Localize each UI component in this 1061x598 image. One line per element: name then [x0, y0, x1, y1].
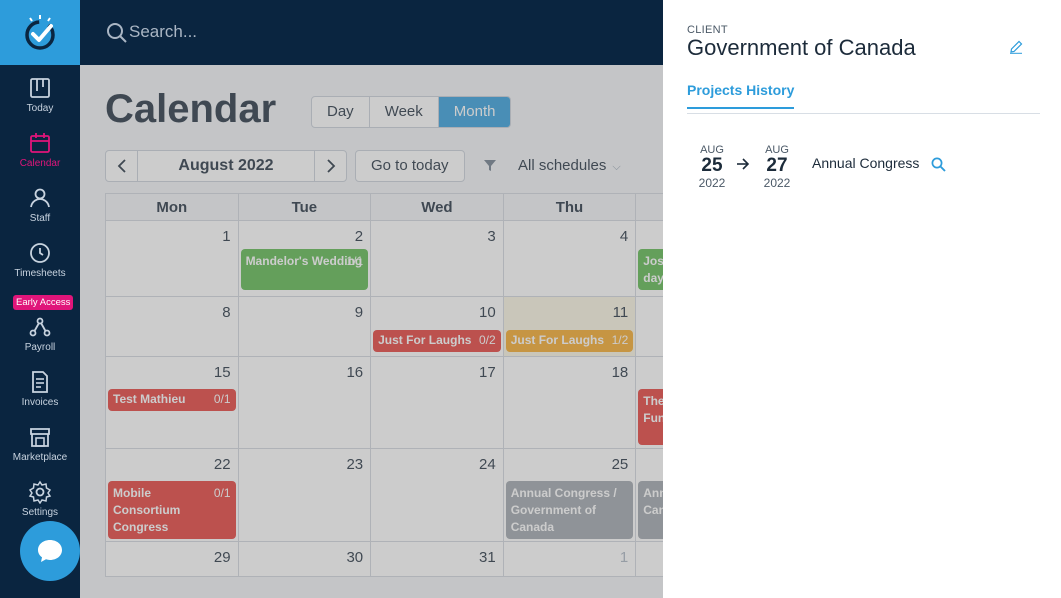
start-day: 25 — [701, 155, 723, 176]
sidebar-item-today[interactable]: Today — [0, 76, 80, 114]
modal-backdrop[interactable] — [80, 65, 663, 598]
payroll-icon — [29, 317, 51, 337]
tab-divider — [687, 113, 1040, 114]
early-access-badge: Early Access — [13, 295, 74, 310]
end-year: 2022 — [763, 176, 791, 190]
sidebar-item-label: Timesheets — [14, 268, 66, 279]
sidebar-item-marketplace[interactable]: Marketplace — [0, 425, 80, 463]
sidebar-item-label: Staff — [29, 213, 51, 224]
search-icon[interactable] — [106, 22, 128, 49]
logo-icon — [25, 14, 55, 50]
invoice-icon — [32, 371, 48, 393]
sidebar-item-label: Payroll — [24, 342, 56, 353]
sidebar-item-settings[interactable]: Settings — [0, 480, 80, 518]
project-name: Annual Congress — [812, 155, 920, 171]
sidebar-item-label: Calendar — [19, 158, 61, 169]
sidebar-item-calendar[interactable]: Calendar — [0, 131, 80, 169]
store-icon — [30, 428, 50, 447]
sidebar-item-label: Marketplace — [12, 452, 68, 463]
clock-icon — [30, 243, 50, 263]
board-icon — [30, 78, 50, 98]
sidebar-item-staff[interactable]: Staff — [0, 186, 80, 224]
sidebar-item-label: Settings — [21, 507, 59, 518]
tab-projects-history[interactable]: Projects History — [687, 82, 795, 109]
client-name: Government of Canada — [687, 35, 916, 60]
sidebar-item-invoices[interactable]: Invoices — [0, 370, 80, 408]
edit-icon[interactable] — [1009, 40, 1023, 59]
client-panel: CLIENT Government of Canada Projects His… — [663, 0, 1061, 598]
project-end-date: AUG 27 2022 — [759, 144, 795, 190]
start-year: 2022 — [698, 176, 726, 190]
chat-bubble-icon — [38, 540, 62, 562]
sidebar-item-payroll[interactable]: Payroll — [0, 315, 80, 353]
search-input[interactable]: Search... — [129, 22, 197, 42]
sidebar: Today Calendar Staff Timesheets Early Ac… — [0, 0, 80, 598]
search-icon[interactable] — [931, 157, 946, 177]
staff-icon — [30, 188, 50, 208]
gear-icon — [28, 480, 52, 504]
sidebar-item-timesheets[interactable]: Timesheets — [0, 241, 80, 279]
project-start-date: AUG 25 2022 — [694, 144, 730, 190]
sidebar-item-label: Invoices — [21, 397, 59, 408]
chat-button[interactable] — [20, 521, 80, 581]
arrow-right-icon — [736, 157, 750, 175]
sidebar-item-label: Today — [26, 103, 54, 114]
app-logo[interactable] — [0, 0, 80, 65]
end-day: 27 — [766, 155, 788, 176]
calendar-icon — [30, 133, 50, 153]
